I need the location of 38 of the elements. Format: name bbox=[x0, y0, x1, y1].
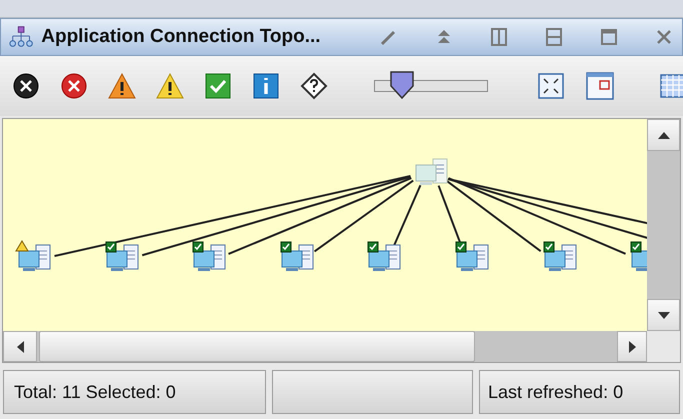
overview-window-icon[interactable] bbox=[585, 71, 615, 101]
vertical-scrollbar[interactable] bbox=[647, 119, 680, 331]
horizontal-scrollbar[interactable] bbox=[3, 331, 647, 362]
computer-node-icon[interactable] bbox=[15, 240, 50, 271]
left-arrow-icon bbox=[16, 340, 24, 352]
critical-icon[interactable] bbox=[12, 72, 40, 100]
window-title: Application Connection Topo... bbox=[41, 24, 322, 49]
info-icon[interactable] bbox=[252, 72, 280, 100]
maximize-icon[interactable] bbox=[599, 27, 619, 47]
computer-node-icon[interactable] bbox=[106, 242, 138, 271]
scroll-right-button[interactable] bbox=[617, 331, 647, 362]
table-icon[interactable] bbox=[659, 72, 683, 100]
server-node-icon[interactable] bbox=[416, 158, 448, 185]
status-total: Total: 11 Selected: 0 bbox=[3, 370, 266, 414]
computer-node-icon[interactable] bbox=[456, 242, 488, 271]
scroll-left-button[interactable] bbox=[3, 331, 37, 362]
down-arrow-icon bbox=[658, 312, 670, 318]
computer-node-icon[interactable] bbox=[630, 242, 647, 271]
scroll-thumb[interactable] bbox=[39, 331, 475, 362]
computer-node-icon[interactable] bbox=[544, 242, 576, 271]
help-icon[interactable] bbox=[300, 72, 328, 100]
computer-node-icon[interactable] bbox=[192, 242, 226, 271]
warning-icon[interactable] bbox=[156, 72, 184, 100]
error-icon[interactable] bbox=[60, 72, 88, 100]
split-horizontal-icon[interactable] bbox=[544, 27, 564, 47]
computer-node-icon[interactable] bbox=[280, 242, 314, 271]
check-icon[interactable] bbox=[204, 72, 232, 100]
up-arrow-icon bbox=[658, 132, 670, 138]
hierarchy-icon bbox=[9, 25, 34, 49]
scroll-down-button[interactable] bbox=[647, 299, 680, 331]
scroll-up-button[interactable] bbox=[647, 119, 680, 151]
right-arrow-icon bbox=[628, 340, 636, 352]
slider-thumb[interactable] bbox=[389, 70, 416, 100]
computer-node-icon[interactable] bbox=[368, 242, 400, 271]
warning-icon[interactable] bbox=[108, 72, 136, 100]
split-vertical-icon[interactable] bbox=[489, 27, 509, 47]
status-refreshed: Last refreshed: 0 bbox=[479, 370, 680, 414]
fit-to-screen-icon[interactable] bbox=[537, 72, 565, 100]
